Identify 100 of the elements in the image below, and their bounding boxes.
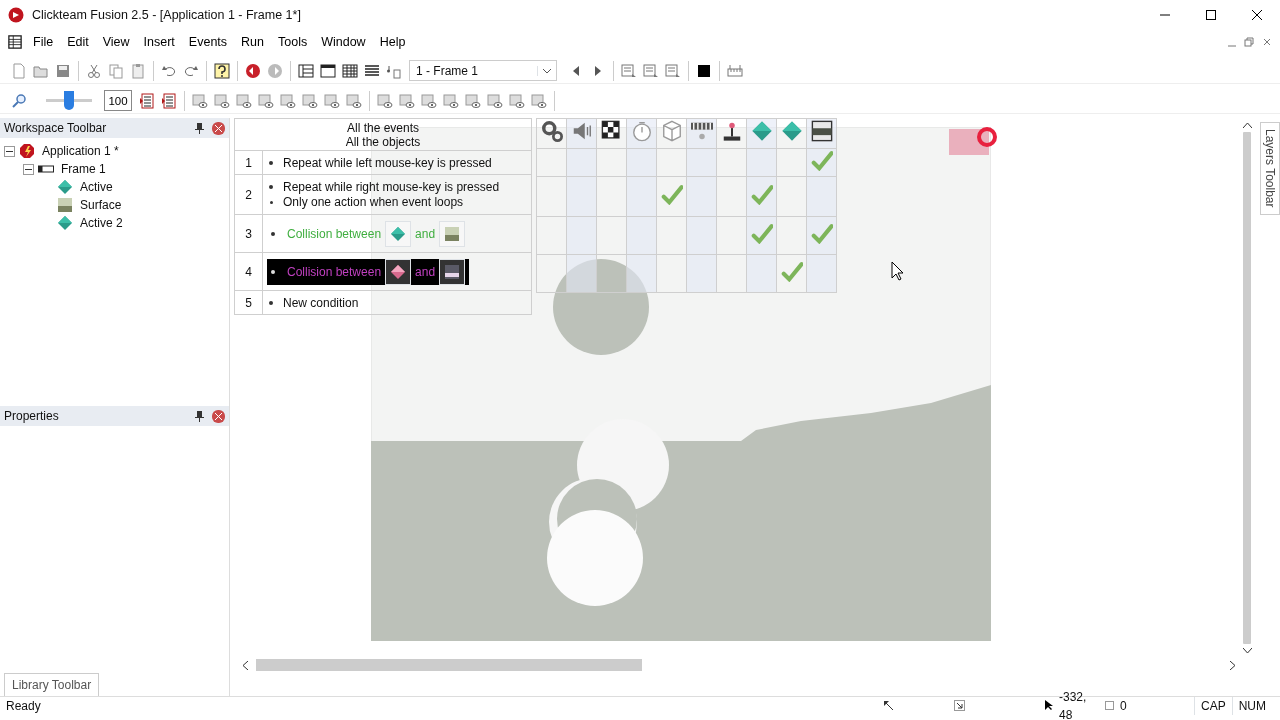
grid-cell[interactable]: [776, 148, 807, 177]
grid-cell[interactable]: [716, 254, 747, 293]
menu-item[interactable]: Events: [181, 30, 235, 54]
forward-icon: [267, 62, 283, 79]
joiner-text: and: [415, 263, 436, 281]
grid-cell[interactable]: [776, 216, 807, 255]
grid-cell[interactable]: [686, 254, 717, 293]
grid-cell[interactable]: [746, 254, 777, 293]
tree-item[interactable]: Frame 1: [58, 160, 109, 178]
close-icon: [1262, 37, 1272, 47]
frame-dropdown[interactable]: 1 - Frame 1: [409, 60, 557, 81]
grid-cell[interactable]: [656, 176, 687, 217]
window-eye-icon: [531, 92, 547, 109]
menu-item[interactable]: Help: [372, 30, 413, 54]
menu-item[interactable]: Edit: [60, 30, 96, 54]
window-eye-icon: [324, 92, 340, 109]
menu-item[interactable]: View: [95, 30, 137, 54]
scrollbar-thumb[interactable]: [1243, 132, 1251, 644]
grid-cell[interactable]: [536, 176, 567, 217]
bullet-icon: [269, 300, 273, 305]
tree-item[interactable]: Surface: [77, 196, 125, 214]
event-number: 5: [234, 290, 263, 315]
cube-icon: [660, 120, 683, 142]
paste-icon: [130, 62, 146, 79]
grid-cell[interactable]: [596, 254, 627, 293]
grid-cell[interactable]: [716, 216, 747, 255]
menu-item[interactable]: Window: [314, 30, 373, 54]
grid-cell[interactable]: [536, 254, 567, 293]
grid-cell[interactable]: [806, 176, 837, 217]
grid-cell[interactable]: [716, 148, 747, 177]
back-icon: [245, 62, 261, 79]
joiner-text: and: [415, 225, 436, 243]
grid-cell[interactable]: [626, 254, 657, 293]
bullet-icon: [269, 160, 273, 165]
panel-tab[interactable]: Library Toolbar: [4, 673, 100, 696]
application-icon: [19, 143, 35, 159]
grid-cell[interactable]: [776, 254, 807, 293]
zoom-slider-thumb[interactable]: [64, 91, 74, 110]
menu-item[interactable]: Tools: [271, 30, 315, 54]
panel-icon: [298, 62, 314, 79]
scrollbar-thumb[interactable]: [256, 659, 642, 671]
grid-cell[interactable]: [626, 176, 657, 217]
grid-cell[interactable]: [626, 148, 657, 177]
grid-cell[interactable]: [596, 148, 627, 177]
new-file-icon: [11, 62, 27, 79]
tree-item[interactable]: Active: [77, 178, 116, 196]
tree-item[interactable]: Application 1 *: [39, 142, 122, 160]
grid-cell[interactable]: [566, 176, 597, 217]
list-icon: [364, 62, 380, 79]
grid-cell[interactable]: [686, 176, 717, 217]
grid-cell[interactable]: [656, 254, 687, 293]
zoom-field[interactable]: 100: [104, 90, 132, 111]
grid-cell[interactable]: [596, 216, 627, 255]
close-button[interactable]: [212, 409, 225, 423]
panel-tab[interactable]: Layers Toolbar: [1260, 122, 1280, 215]
tree-item[interactable]: Active 2: [77, 214, 126, 232]
event-number: 2: [234, 174, 263, 215]
close-icon: [215, 124, 222, 132]
grid-cell[interactable]: [626, 216, 657, 255]
grid-cell[interactable]: [566, 216, 597, 255]
menu-item[interactable]: Insert: [136, 30, 182, 54]
close-button[interactable]: [212, 121, 225, 135]
menu-item[interactable]: File: [26, 30, 61, 54]
menu-item[interactable]: Run: [234, 30, 271, 54]
surface-icon: [444, 263, 461, 280]
grid-cell[interactable]: [806, 148, 837, 177]
grid-cell[interactable]: [656, 148, 687, 177]
grid-cell[interactable]: [536, 216, 567, 255]
scroll-up-icon: [1242, 122, 1252, 128]
grid-cell[interactable]: [746, 176, 777, 217]
stopwatch-icon: [630, 120, 653, 142]
status-indicator: CAP: [1194, 696, 1232, 715]
grid-cell[interactable]: [716, 176, 747, 217]
grid-cell[interactable]: [806, 254, 837, 293]
window-eye-icon: [236, 92, 252, 109]
grid-cell[interactable]: [746, 216, 777, 255]
condition-text[interactable]: Only one action when event loops: [283, 193, 464, 211]
grid-cell[interactable]: [536, 148, 567, 177]
resize-box-icon: [1105, 701, 1114, 710]
grid-cell[interactable]: [776, 176, 807, 217]
grid-cell[interactable]: [656, 216, 687, 255]
condition-text[interactable]: Repeat while right mouse-key is pressed: [283, 178, 500, 196]
grid-cell[interactable]: [686, 216, 717, 255]
grid-cell[interactable]: [566, 254, 597, 293]
checkmark-icon: [780, 260, 803, 282]
checkerboard-icon: [600, 120, 623, 142]
expander-icon[interactable]: [23, 163, 34, 175]
grid-cell[interactable]: [806, 216, 837, 255]
diamond-icon: [780, 120, 803, 142]
bullet-icon: [271, 269, 275, 274]
condition[interactable]: Collision between and: [267, 258, 470, 285]
grid-cell[interactable]: [596, 176, 627, 217]
scroll-down-icon: [1242, 648, 1252, 654]
grid-cell[interactable]: [566, 148, 597, 177]
diamond-icon: [750, 120, 773, 142]
expander-icon[interactable]: [4, 145, 15, 157]
panel-title: Workspace Toolbar: [4, 120, 108, 137]
pin-icon: [195, 410, 204, 422]
grid-cell[interactable]: [686, 148, 717, 177]
grid-cell[interactable]: [746, 148, 777, 177]
